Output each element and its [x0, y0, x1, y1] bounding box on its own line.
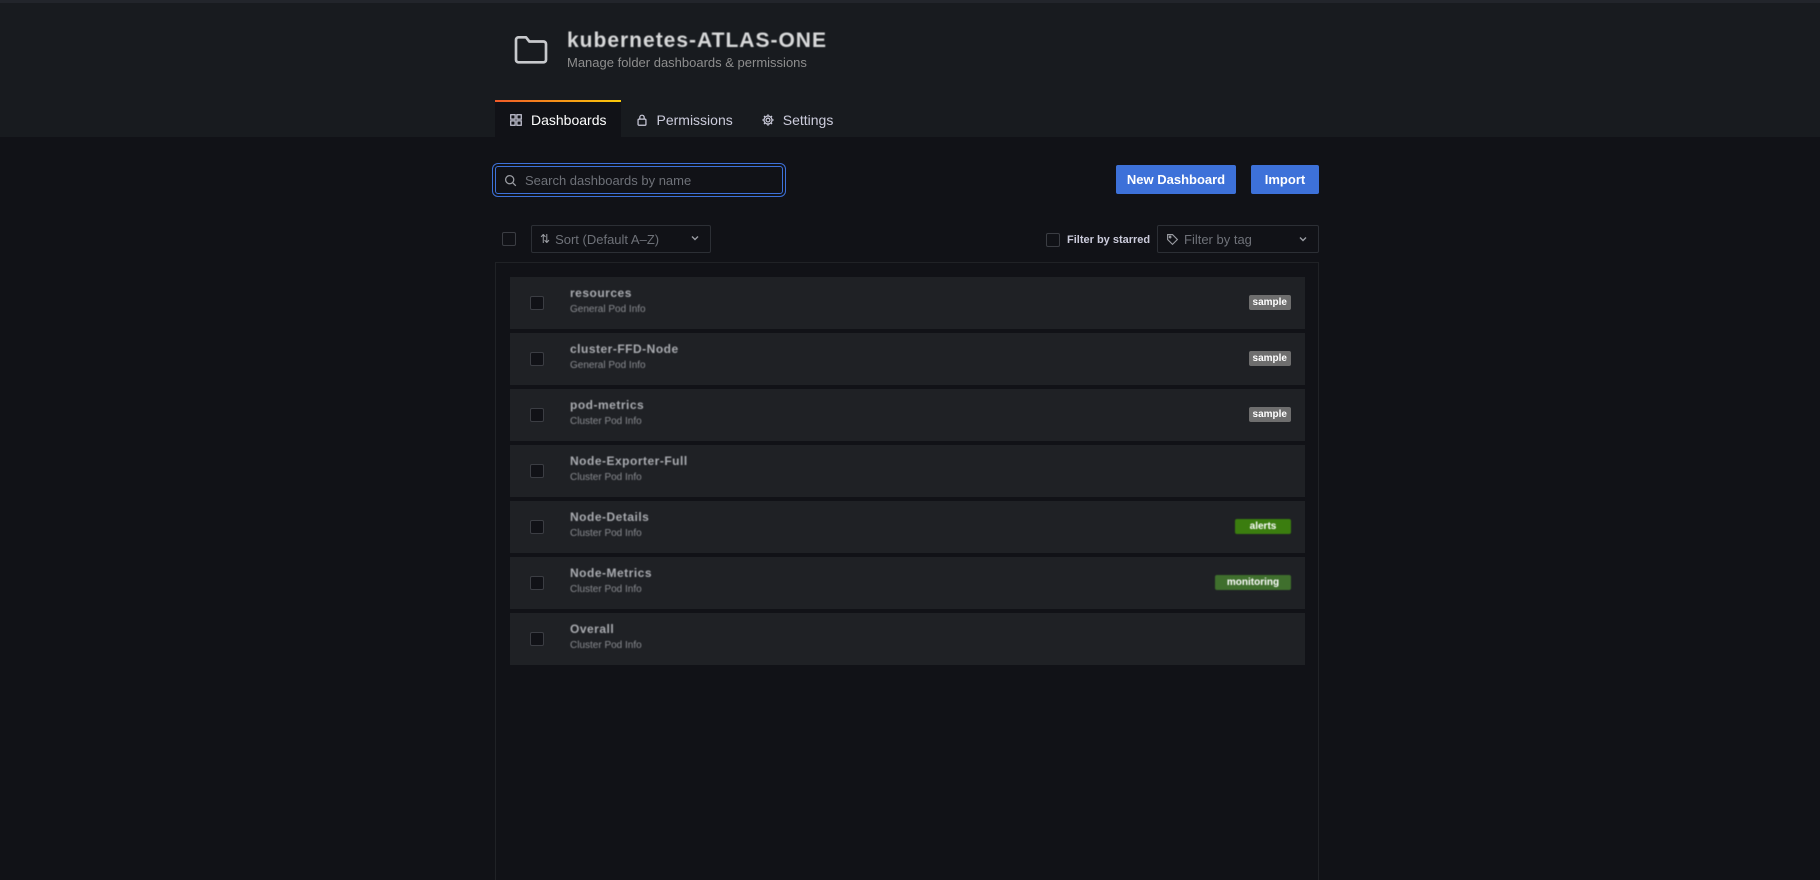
- dashboard-row[interactable]: Overall Cluster Pod Info: [510, 613, 1305, 665]
- chevron-down-icon: [1299, 237, 1307, 242]
- sort-label: Sort (Default A–Z): [555, 231, 660, 247]
- row-checkbox[interactable]: [530, 352, 544, 366]
- filter-starred-label: Filter by starred: [1067, 234, 1151, 246]
- dashboard-name[interactable]: Node-Exporter-Full: [570, 454, 688, 468]
- row-checkbox[interactable]: [530, 520, 544, 534]
- sort-select[interactable]: ⇅ Sort (Default A–Z): [531, 225, 711, 253]
- page-header: kubernetes-ATLAS-ONE Manage folder dashb…: [0, 3, 1820, 140]
- tag-badge[interactable]: sample: [1248, 407, 1291, 422]
- dashboard-row[interactable]: Node-Metrics Cluster Pod Info monitoring: [510, 557, 1305, 609]
- dashboard-row[interactable]: resources General Pod Info sample: [510, 277, 1305, 329]
- dashboard-folder: General Pod Info: [570, 360, 646, 371]
- tag-badge[interactable]: sample: [1248, 351, 1291, 366]
- tab-bar: Dashboards Permissions Settings: [495, 100, 847, 140]
- search-input[interactable]: [523, 171, 767, 189]
- lock-icon: [636, 114, 647, 126]
- dashboard-folder: Cluster Pod Info: [570, 416, 642, 427]
- tab-settings[interactable]: Settings: [747, 100, 848, 140]
- select-all-checkbox[interactable]: [502, 232, 516, 246]
- row-checkbox[interactable]: [530, 576, 544, 590]
- dashboard-folder: Cluster Pod Info: [570, 528, 642, 539]
- page-subtitle: Manage folder dashboards & permissions: [567, 55, 807, 70]
- tag-icon: [1167, 233, 1179, 245]
- tag-badge[interactable]: alerts: [1235, 519, 1291, 534]
- page-title: kubernetes-ATLAS-ONE: [567, 29, 827, 52]
- tag-filter-select[interactable]: Filter by tag: [1157, 225, 1319, 253]
- row-checkbox[interactable]: [530, 296, 544, 310]
- tag-badge[interactable]: sample: [1248, 295, 1291, 310]
- search-box[interactable]: [495, 166, 783, 194]
- row-checkbox[interactable]: [530, 408, 544, 422]
- dashboard-folder: Cluster Pod Info: [570, 584, 642, 595]
- filter-starred-checkbox[interactable]: [1046, 233, 1060, 247]
- row-checkbox[interactable]: [530, 632, 544, 646]
- grid-icon: [510, 114, 522, 126]
- folder-icon: [514, 36, 548, 64]
- search-icon: [504, 174, 517, 186]
- dashboard-name[interactable]: cluster-FFD-Node: [570, 342, 679, 356]
- dashboard-name[interactable]: pod-metrics: [570, 398, 644, 412]
- tab-label: Settings: [782, 112, 834, 128]
- dashboard-folder: General Pod Info: [570, 304, 646, 315]
- dashboard-name[interactable]: resources: [570, 286, 632, 300]
- tab-label: Permissions: [656, 112, 733, 128]
- dashboard-name[interactable]: Node-Metrics: [570, 566, 652, 580]
- dashboard-row[interactable]: pod-metrics Cluster Pod Info sample: [510, 389, 1305, 441]
- dashboard-folder: Cluster Pod Info: [570, 640, 642, 651]
- dashboard-folder: Cluster Pod Info: [570, 472, 642, 483]
- new-dashboard-button[interactable]: New Dashboard: [1116, 165, 1236, 194]
- dashboard-name[interactable]: Node-Details: [570, 510, 649, 524]
- dashboard-list: resources General Pod Info sample cluste…: [495, 262, 1319, 880]
- sort-icon: ⇅: [540, 232, 551, 246]
- dashboard-row[interactable]: Node-Exporter-Full Cluster Pod Info: [510, 445, 1305, 497]
- chevron-down-icon: [691, 236, 699, 241]
- dashboard-row[interactable]: cluster-FFD-Node General Pod Info sample: [510, 333, 1305, 385]
- dashboard-name[interactable]: Overall: [570, 622, 614, 636]
- tag-badge[interactable]: monitoring: [1215, 575, 1291, 590]
- import-button[interactable]: Import: [1251, 165, 1319, 194]
- tag-filter-placeholder: Filter by tag: [1184, 231, 1252, 247]
- dashboard-row[interactable]: Node-Details Cluster Pod Info alerts: [510, 501, 1305, 553]
- row-checkbox[interactable]: [530, 464, 544, 478]
- tab-label: Dashboards: [531, 112, 607, 128]
- tab-dashboards[interactable]: Dashboards: [495, 100, 621, 140]
- gear-icon: [762, 114, 774, 126]
- tab-permissions[interactable]: Permissions: [621, 100, 747, 140]
